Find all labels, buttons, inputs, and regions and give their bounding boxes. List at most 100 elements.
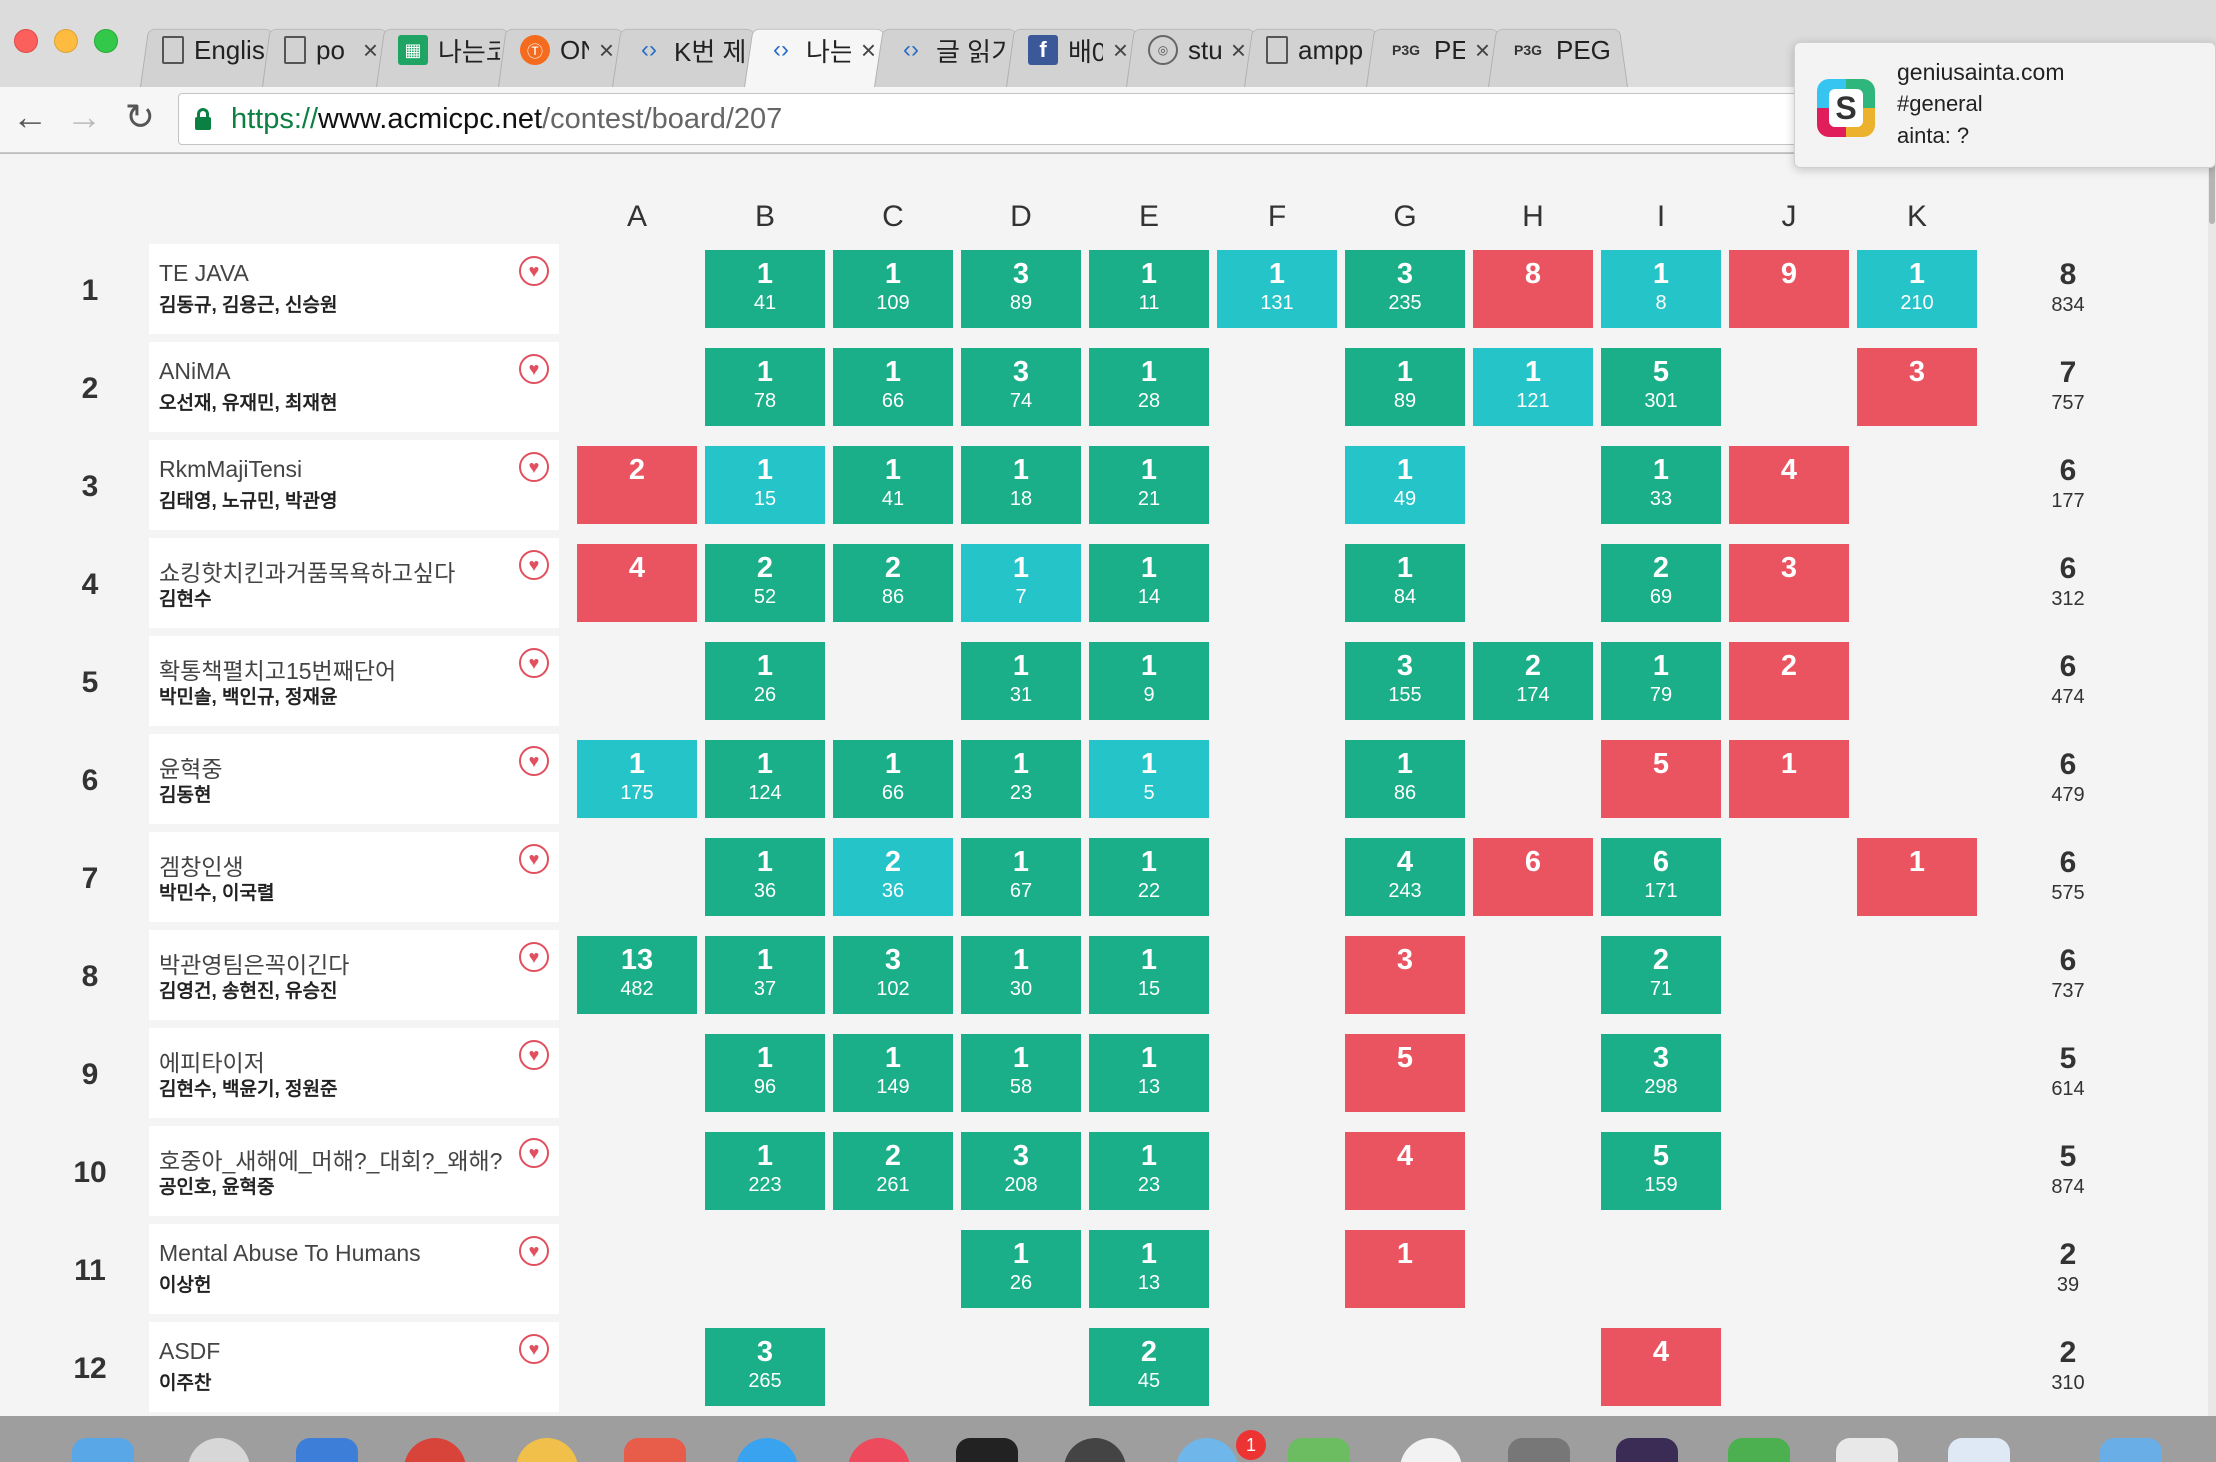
mail-icon[interactable] xyxy=(296,1438,358,1462)
problem-cell[interactable]: 2 45 xyxy=(1089,1328,1209,1406)
heart-icon[interactable]: ♥ xyxy=(519,550,549,580)
folder-icon[interactable] xyxy=(2100,1438,2162,1462)
app-store-icon[interactable] xyxy=(1176,1438,1238,1462)
problem-cell[interactable]: 1 18 xyxy=(961,446,1081,524)
problem-cell[interactable]: 1 23 xyxy=(1089,1132,1209,1210)
problem-cell[interactable]: 1 28 xyxy=(1089,348,1209,426)
problem-cell[interactable]: 4 xyxy=(1345,1132,1465,1210)
problem-cell[interactable]: 3 102 xyxy=(833,936,953,1014)
problem-cell[interactable]: 2 174 xyxy=(1473,642,1593,720)
heart-icon[interactable]: ♥ xyxy=(519,942,549,972)
problem-cell[interactable]: 1 79 xyxy=(1601,642,1721,720)
problem-cell[interactable]: 5 159 xyxy=(1601,1132,1721,1210)
close-tab-icon[interactable]: × xyxy=(1475,35,1490,66)
problem-cell[interactable]: 4 243 xyxy=(1345,838,1465,916)
problem-cell[interactable]: 5 xyxy=(1601,740,1721,818)
browser-tab[interactable]: P3G PEG xyxy=(1488,16,1628,87)
problem-cell[interactable]: 1 131 xyxy=(1217,250,1337,328)
forward-arrow-icon[interactable]: → xyxy=(62,95,106,139)
browser-tab[interactable]: Englis xyxy=(140,16,280,87)
problem-cell[interactable]: 1 223 xyxy=(705,1132,825,1210)
problem-cell[interactable]: 1 58 xyxy=(961,1034,1081,1112)
problem-header[interactable]: J xyxy=(1729,200,1849,234)
problem-cell[interactable]: 5 xyxy=(1345,1034,1465,1112)
problem-cell[interactable]: 1 xyxy=(1857,838,1977,916)
problem-cell[interactable]: 1 78 xyxy=(705,348,825,426)
problem-cell[interactable]: 1 15 xyxy=(705,446,825,524)
heart-icon[interactable]: ♥ xyxy=(519,1040,549,1070)
close-tab-icon[interactable]: × xyxy=(1113,35,1128,66)
problem-cell[interactable]: 1 210 xyxy=(1857,250,1977,328)
facetime-icon[interactable] xyxy=(1728,1438,1790,1462)
problem-header[interactable]: H xyxy=(1473,200,1593,234)
browser-tab[interactable]: ampp xyxy=(1244,16,1384,87)
problem-cell[interactable]: 3 74 xyxy=(961,348,1081,426)
problem-cell[interactable]: 3 89 xyxy=(961,250,1081,328)
problem-header[interactable]: G xyxy=(1345,200,1465,234)
problem-cell[interactable]: 1 33 xyxy=(1601,446,1721,524)
problem-cell[interactable]: 1 xyxy=(1345,1230,1465,1308)
problem-cell[interactable]: 1 66 xyxy=(833,348,953,426)
problem-cell[interactable]: 2 xyxy=(577,446,697,524)
problem-cell[interactable]: 1 21 xyxy=(1089,446,1209,524)
problem-cell[interactable]: 1 66 xyxy=(833,740,953,818)
problem-cell[interactable]: 2 52 xyxy=(705,544,825,622)
problem-cell[interactable]: 5 301 xyxy=(1601,348,1721,426)
close-window-button[interactable] xyxy=(14,29,38,53)
problem-cell[interactable]: 1 xyxy=(1729,740,1849,818)
close-tab-icon[interactable]: × xyxy=(599,35,614,66)
problem-cell[interactable]: 1 41 xyxy=(833,446,953,524)
problem-header[interactable]: C xyxy=(833,200,953,234)
problem-cell[interactable]: 1 36 xyxy=(705,838,825,916)
heart-icon[interactable]: ♥ xyxy=(519,844,549,874)
team-card[interactable]: 확통책펼치고15번째단어 박민솔, 백인규, 정재윤 ♥ xyxy=(149,636,559,726)
team-card[interactable]: TE JAVA 김동규, 김용근, 신승원 ♥ xyxy=(149,244,559,334)
problem-cell[interactable]: 18 xyxy=(1601,250,1721,328)
problem-cell[interactable]: 1 26 xyxy=(961,1230,1081,1308)
problem-header[interactable]: A xyxy=(577,200,697,234)
browser-tab[interactable]: ‹› K번 제 xyxy=(612,16,762,87)
problem-cell[interactable]: 1 26 xyxy=(705,642,825,720)
problem-cell[interactable]: 2 71 xyxy=(1601,936,1721,1014)
problem-cell[interactable]: 3 xyxy=(1729,544,1849,622)
close-tab-icon[interactable]: × xyxy=(363,35,378,66)
problem-cell[interactable]: 1 30 xyxy=(961,936,1081,1014)
browser-tab[interactable]: ▦ 나는코 xyxy=(376,16,516,87)
chrome-icon[interactable] xyxy=(404,1438,466,1462)
problem-cell[interactable]: 1 41 xyxy=(705,250,825,328)
problem-cell[interactable]: 2 xyxy=(1729,642,1849,720)
team-card[interactable]: 박관영팀은꼭이긴다 김영건, 송현진, 유승진 ♥ xyxy=(149,930,559,1020)
problem-cell[interactable]: 3 235 xyxy=(1345,250,1465,328)
problem-cell[interactable]: 2 36 xyxy=(833,838,953,916)
browser-tab[interactable]: ‹› 글 읽기 xyxy=(874,16,1024,87)
zoom-window-button[interactable] xyxy=(94,29,118,53)
reload-icon[interactable]: ↻ xyxy=(118,95,162,139)
heart-icon[interactable]: ♥ xyxy=(519,1334,549,1364)
problem-cell[interactable]: 1 22 xyxy=(1089,838,1209,916)
problem-cell[interactable]: 1 86 xyxy=(1345,740,1465,818)
app-icon[interactable] xyxy=(1948,1438,2010,1462)
problem-cell[interactable]: 1 89 xyxy=(1345,348,1465,426)
terminal-icon[interactable] xyxy=(956,1438,1018,1462)
heart-icon[interactable]: ♥ xyxy=(519,354,549,384)
problem-cell[interactable]: 15 xyxy=(1089,740,1209,818)
browser-tab[interactable]: ◎ stu × xyxy=(1126,16,1262,87)
browser-tab[interactable]: po × xyxy=(262,16,394,87)
team-card[interactable]: 윤혁중 김동현 ♥ xyxy=(149,734,559,824)
maps-icon[interactable] xyxy=(1288,1438,1350,1462)
url-text[interactable]: https://www.acmicpc.net/contest/board/20… xyxy=(231,103,782,136)
problem-header[interactable]: F xyxy=(1217,200,1337,234)
minimize-window-button[interactable] xyxy=(54,29,78,53)
heart-icon[interactable]: ♥ xyxy=(519,1236,549,1266)
browser-tab[interactable]: P3G PE × xyxy=(1366,16,1506,87)
problem-cell[interactable]: 3 298 xyxy=(1601,1034,1721,1112)
team-card[interactable]: RkmMajiTensi 김태영, 노규민, 박관영 ♥ xyxy=(149,440,559,530)
problem-cell[interactable]: 2 261 xyxy=(833,1132,953,1210)
browser-tab[interactable]: ‹› 나는 × xyxy=(744,16,892,87)
team-card[interactable]: 쇼킹핫치킨과거품목욕하고싶다 김현수 ♥ xyxy=(149,538,559,628)
problem-cell[interactable]: 1 15 xyxy=(1089,936,1209,1014)
heart-icon[interactable]: ♥ xyxy=(519,452,549,482)
problem-header[interactable]: K xyxy=(1857,200,1977,234)
problem-cell[interactable]: 1 175 xyxy=(577,740,697,818)
problem-cell[interactable]: 9 xyxy=(1729,250,1849,328)
